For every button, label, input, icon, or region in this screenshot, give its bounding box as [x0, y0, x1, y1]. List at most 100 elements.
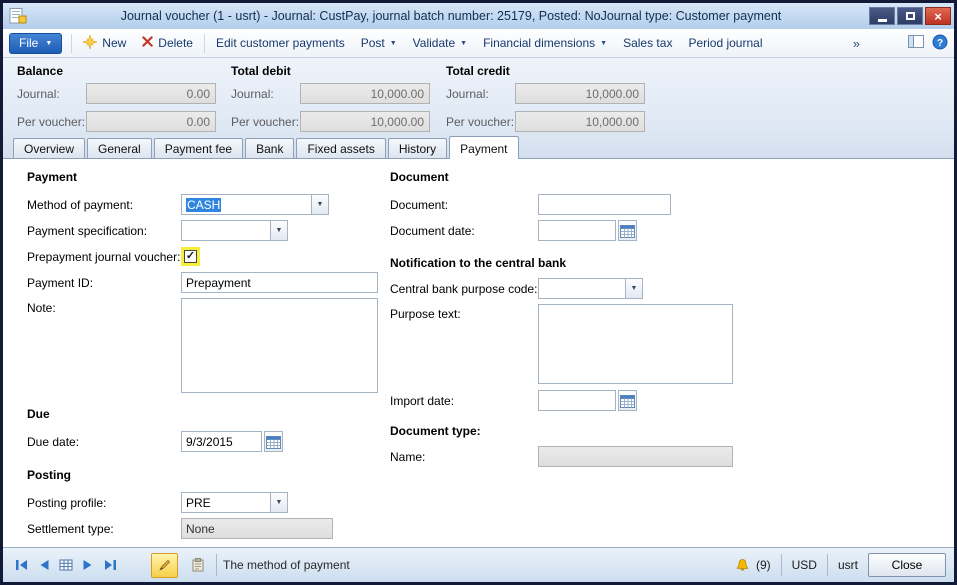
debit-journal-label: Journal: [231, 87, 300, 101]
new-button[interactable]: New [75, 32, 134, 54]
journal-voucher-window: Journal voucher (1 - usrt) - Journal: Cu… [0, 0, 957, 585]
notifications-button[interactable]: (9) [735, 558, 775, 573]
document-date-field[interactable] [538, 220, 616, 241]
period-journal-label: Period journal [688, 36, 762, 50]
calendar-icon [266, 435, 281, 449]
validate-menu-button[interactable]: Validate ▼ [405, 32, 475, 54]
post-menu-button[interactable]: Post ▼ [353, 32, 405, 54]
document-field[interactable] [538, 194, 671, 215]
chevron-down-icon[interactable]: ▼ [270, 221, 287, 240]
chevron-down-icon: ▼ [600, 40, 607, 47]
balance-journal-value: 0.00 [86, 83, 216, 104]
method-of-payment-combo[interactable]: CASH ▼ [181, 194, 329, 215]
sales-tax-label: Sales tax [623, 36, 672, 50]
tab-strip: Overview General Payment fee Bank Fixed … [3, 135, 954, 158]
financial-dimensions-menu-button[interactable]: Financial dimensions ▼ [475, 32, 615, 54]
bell-icon [735, 558, 750, 573]
central-bank-purpose-code-combo[interactable]: ▼ [538, 278, 643, 299]
tab-payment-fee[interactable]: Payment fee [154, 138, 243, 158]
clipboard-icon [192, 558, 204, 572]
document-label: Document: [390, 198, 538, 212]
calendar-icon [620, 394, 635, 408]
purpose-text-textarea[interactable] [538, 304, 733, 384]
chevron-down-icon[interactable]: ▼ [270, 493, 287, 512]
chevron-down-icon[interactable]: ▼ [311, 195, 328, 214]
debit-per-voucher-label: Per voucher: [231, 115, 300, 129]
method-of-payment-value: CASH [186, 198, 221, 212]
toolbar-overflow-button[interactable]: » [847, 36, 866, 51]
statusbar-separator [827, 554, 828, 576]
new-button-label: New [102, 36, 126, 50]
payment-specification-label: Payment specification: [27, 224, 181, 238]
document-group-header: Document [390, 170, 954, 184]
maximize-button[interactable] [897, 7, 923, 25]
tab-bank[interactable]: Bank [245, 138, 294, 158]
totals-summary-panel: Balance Journal: 0.00 Per voucher: 0.00 … [3, 58, 954, 135]
due-date-field[interactable]: 9/3/2015 [181, 431, 262, 452]
window-title: Journal voucher (1 - usrt) - Journal: Cu… [33, 9, 869, 23]
sales-tax-button[interactable]: Sales tax [615, 32, 680, 54]
central-bank-purpose-code-label: Central bank purpose code: [390, 282, 538, 296]
toolbar-separator [71, 34, 72, 53]
close-icon: × [934, 10, 942, 23]
previous-record-icon [37, 559, 51, 571]
posting-group-header: Posting [27, 468, 390, 482]
tab-fixed-assets[interactable]: Fixed assets [296, 138, 385, 158]
layout-panes-button[interactable] [908, 35, 924, 51]
currency-indicator: USD [788, 558, 821, 572]
delete-button[interactable]: Delete [134, 32, 201, 54]
payment-id-field[interactable]: Prepayment [181, 272, 378, 293]
last-record-button[interactable] [99, 554, 121, 576]
import-date-field[interactable] [538, 390, 616, 411]
close-button[interactable]: Close [868, 553, 946, 577]
name-field [538, 446, 733, 467]
grid-icon [59, 559, 73, 571]
chevron-down-icon: ▼ [45, 40, 52, 47]
document-type-group-header: Document type: [390, 424, 954, 438]
toolbar-separator [204, 34, 205, 53]
method-of-payment-label: Method of payment: [27, 198, 181, 212]
tab-general[interactable]: General [87, 138, 152, 158]
note-textarea[interactable] [181, 298, 378, 393]
help-button[interactable]: ? [932, 34, 948, 53]
next-record-button[interactable] [77, 554, 99, 576]
edit-customer-payments-button[interactable]: Edit customer payments [208, 32, 353, 54]
chevron-down-icon[interactable]: ▼ [625, 279, 642, 298]
tab-payment[interactable]: Payment [449, 136, 518, 159]
settlement-type-field: None [181, 518, 333, 539]
post-menu-label: Post [361, 36, 385, 50]
edit-mode-button[interactable] [151, 553, 178, 578]
grid-view-button[interactable] [55, 554, 77, 576]
prepayment-journal-voucher-checkbox[interactable]: ✓ [184, 250, 197, 263]
statusbar-separator [216, 554, 217, 576]
posting-profile-value: PRE [182, 493, 270, 512]
status-message: The method of payment [223, 558, 350, 572]
minimize-button[interactable] [869, 7, 895, 25]
file-menu-button[interactable]: File ▼ [9, 33, 62, 54]
maximize-icon [906, 12, 915, 20]
balance-per-voucher-value: 0.00 [86, 111, 216, 132]
user-indicator: usrt [834, 558, 862, 572]
journal-app-icon[interactable] [9, 8, 27, 24]
status-bar: The method of payment (9) USD usrt Close [3, 547, 954, 582]
due-date-calendar-button[interactable] [264, 431, 283, 452]
first-record-icon [14, 559, 30, 571]
credit-per-voucher-value: 10,000.00 [515, 111, 645, 132]
tab-overview[interactable]: Overview [13, 138, 85, 158]
paste-button[interactable] [186, 553, 210, 577]
minimize-icon [878, 19, 887, 22]
posting-profile-combo[interactable]: PRE ▼ [181, 492, 288, 513]
period-journal-button[interactable]: Period journal [680, 32, 770, 54]
tab-history[interactable]: History [388, 138, 447, 158]
close-window-button[interactable]: × [925, 7, 951, 25]
payment-specification-combo[interactable]: ▼ [181, 220, 288, 241]
previous-record-button[interactable] [33, 554, 55, 576]
document-date-calendar-button[interactable] [618, 220, 637, 241]
statusbar-separator [781, 554, 782, 576]
total-debit-group-title: Total debit [231, 64, 430, 78]
first-record-button[interactable] [11, 554, 33, 576]
import-date-calendar-button[interactable] [618, 390, 637, 411]
calendar-icon [620, 224, 635, 238]
import-date-label: Import date: [390, 394, 538, 408]
chevron-down-icon: ▼ [390, 40, 397, 47]
